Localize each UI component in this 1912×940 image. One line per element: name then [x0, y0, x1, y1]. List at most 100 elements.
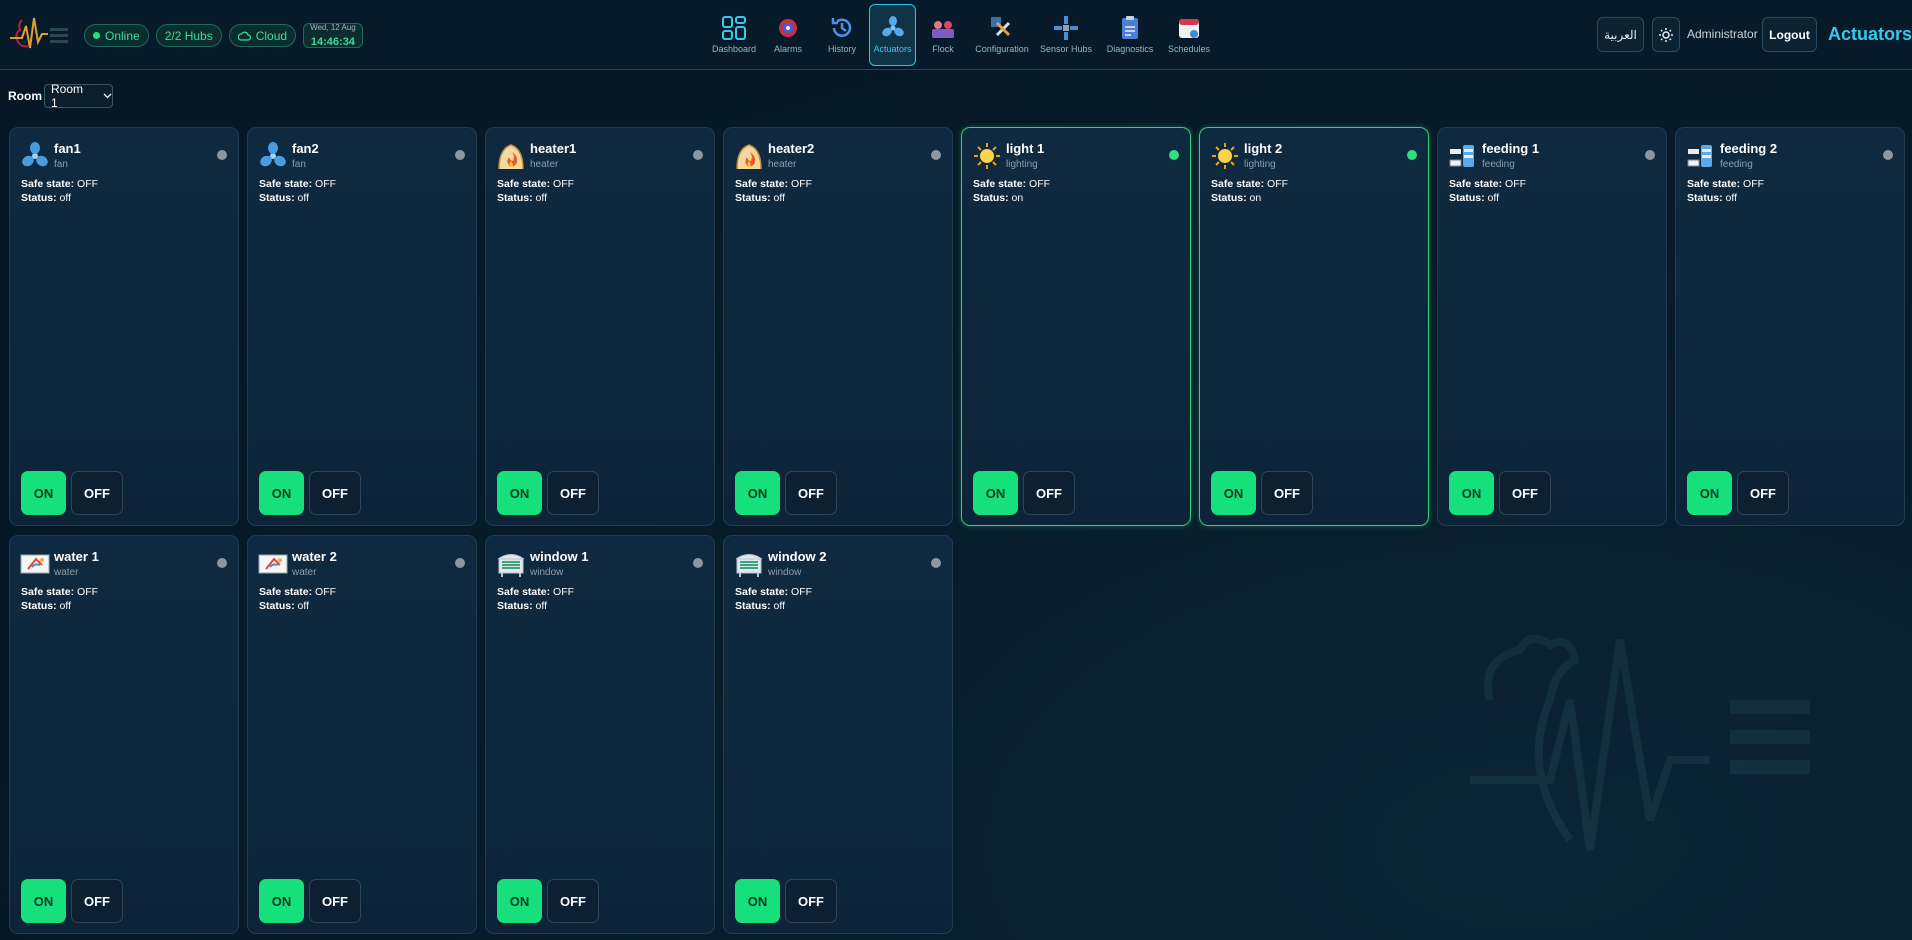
- actuator-type: water: [292, 567, 317, 578]
- on-button[interactable]: ON: [1211, 471, 1256, 515]
- on-button[interactable]: ON: [735, 471, 780, 515]
- off-button[interactable]: OFF: [1499, 471, 1551, 515]
- fan-icon: [881, 16, 904, 37]
- status-indicator-dot: [693, 558, 703, 568]
- status-indicator-dot: [1883, 150, 1893, 160]
- tools-icon: [991, 17, 1011, 37]
- feeder-icon: [1687, 145, 1712, 167]
- actuator-card-heater1: heater1 heater Safe state: OFF Status: o…: [485, 127, 715, 526]
- actuator-card-feeding-2: feeding 2 feeding Safe state: OFF Status…: [1675, 127, 1905, 526]
- water-icon: [258, 554, 288, 574]
- status-row: Status: off: [259, 192, 309, 204]
- actuator-type: lighting: [1244, 159, 1276, 170]
- alarm-icon: [779, 19, 797, 37]
- nav-diagnostics[interactable]: Diagnostics: [1098, 4, 1162, 66]
- actuator-name: fan1: [54, 141, 81, 156]
- on-button[interactable]: ON: [21, 471, 66, 515]
- off-button[interactable]: OFF: [547, 879, 599, 923]
- status-indicator-dot: [1169, 150, 1179, 160]
- off-button[interactable]: OFF: [547, 471, 599, 515]
- off-button[interactable]: OFF: [785, 879, 837, 923]
- safe-state-row: Safe state: OFF: [1211, 178, 1289, 190]
- on-button[interactable]: ON: [1449, 471, 1494, 515]
- on-button[interactable]: ON: [21, 879, 66, 923]
- logout-button[interactable]: Logout: [1762, 17, 1817, 52]
- actuator-type: heater: [530, 159, 559, 170]
- actuator-card-window-2: window 2 window Safe state: OFF Status: …: [723, 535, 953, 934]
- off-button[interactable]: OFF: [1023, 471, 1075, 515]
- room-label: Room: [8, 89, 42, 103]
- status-row: Status: on: [973, 192, 1024, 204]
- status-row: Status: off: [497, 192, 547, 204]
- on-button[interactable]: ON: [497, 471, 542, 515]
- sun-icon: [1212, 143, 1238, 169]
- safe-state-row: Safe state: OFF: [21, 178, 99, 190]
- nav-schedules[interactable]: Schedules: [1162, 4, 1216, 66]
- off-button[interactable]: OFF: [1737, 471, 1789, 515]
- cloud-icon: [237, 31, 251, 41]
- actuator-type: feeding: [1720, 159, 1753, 170]
- off-button[interactable]: OFF: [309, 879, 361, 923]
- nav-sensor-hubs[interactable]: Sensor Hubs: [1034, 4, 1098, 66]
- status-indicator-dot: [1645, 150, 1655, 160]
- actuator-name: window 1: [530, 549, 589, 564]
- on-button[interactable]: ON: [259, 879, 304, 923]
- off-button[interactable]: OFF: [1261, 471, 1313, 515]
- nav-history[interactable]: History: [815, 4, 869, 66]
- chevron-down-icon: [103, 93, 112, 99]
- actuator-type: window: [530, 567, 564, 578]
- actuator-name: light 2: [1244, 141, 1283, 156]
- time-text: 14:46:34: [310, 35, 355, 48]
- date-text: Wed, 12 Aug: [310, 22, 356, 32]
- actuator-type: fan: [54, 159, 68, 170]
- logo-icon: [10, 17, 68, 49]
- nav-actuators[interactable]: Actuators: [869, 4, 916, 66]
- off-button[interactable]: OFF: [785, 471, 837, 515]
- room-select[interactable]: Room 1: [44, 82, 113, 110]
- nav-alarms[interactable]: Alarms: [761, 4, 815, 66]
- theme-toggle-button[interactable]: [1652, 17, 1680, 52]
- on-button[interactable]: ON: [1687, 471, 1732, 515]
- window-icon: [735, 554, 763, 577]
- online-status-badge: Online: [84, 24, 149, 47]
- actuator-type: window: [768, 567, 802, 578]
- flock-icon: [932, 21, 954, 38]
- heater-icon: [736, 144, 762, 170]
- off-button[interactable]: OFF: [71, 879, 123, 923]
- actuator-name: water 1: [54, 549, 99, 564]
- online-dot-icon: [93, 32, 100, 39]
- actuator-type: lighting: [1006, 159, 1038, 170]
- actuator-card-light-2: light 2 lighting Safe state: OFF Status:…: [1199, 127, 1429, 526]
- nav-flock[interactable]: Flock: [916, 4, 970, 66]
- on-button[interactable]: ON: [735, 879, 780, 923]
- actuator-card-fan2: fan2 fan Safe state: OFF Status: off ON …: [247, 127, 477, 526]
- status-indicator-dot: [455, 558, 465, 568]
- safe-state-row: Safe state: OFF: [259, 178, 337, 190]
- user-name: Administrator: [1687, 27, 1758, 41]
- language-button[interactable]: العربية: [1597, 17, 1644, 52]
- nav-dashboard[interactable]: Dashboard: [707, 4, 761, 66]
- actuator-card-window-1: window 1 window Safe state: OFF Status: …: [485, 535, 715, 934]
- status-indicator-dot: [217, 150, 227, 160]
- off-button[interactable]: OFF: [309, 471, 361, 515]
- actuator-name: water 2: [292, 549, 337, 564]
- actuator-card-water-1: water 1 water Safe state: OFF Status: of…: [9, 535, 239, 934]
- hubs-count-badge: 2/2 Hubs: [155, 24, 222, 47]
- on-button[interactable]: ON: [973, 471, 1018, 515]
- calendar-icon: [1179, 19, 1199, 38]
- top-bar: Online 2/2 Hubs Cloud Wed, 12 Aug 14:46:…: [0, 0, 1912, 70]
- status-row: Status: off: [735, 192, 785, 204]
- nav-configuration[interactable]: Configuration: [970, 4, 1034, 66]
- on-button[interactable]: ON: [259, 471, 304, 515]
- status-indicator-dot: [1407, 150, 1417, 160]
- on-button[interactable]: ON: [497, 879, 542, 923]
- actuator-name: light 1: [1006, 141, 1045, 156]
- sun-icon: [1659, 27, 1673, 42]
- actuator-type: water: [54, 567, 79, 578]
- off-button[interactable]: OFF: [71, 471, 123, 515]
- datetime-badge: Wed, 12 Aug 14:46:34: [303, 23, 363, 48]
- safe-state-row: Safe state: OFF: [21, 586, 99, 598]
- status-row: Status: on: [1211, 192, 1262, 204]
- actuator-name: heater2: [768, 141, 815, 156]
- feeder-icon: [1449, 145, 1474, 167]
